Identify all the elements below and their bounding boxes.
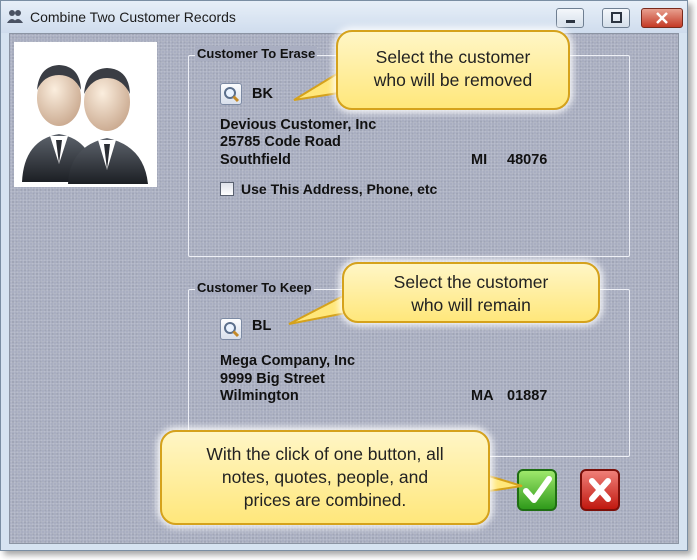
combine-callout-line: With the click of one button, all xyxy=(206,444,444,464)
two-business-people-icon xyxy=(22,65,148,184)
maximize-button[interactable] xyxy=(602,8,630,28)
people-icon xyxy=(7,10,23,23)
use-address-checkbox[interactable] xyxy=(220,182,234,196)
erase-group-legend: Customer To Erase xyxy=(195,46,318,61)
keep-customer-street: 9999 Big Street xyxy=(220,371,325,387)
magnifier-icon xyxy=(224,87,240,103)
maximize-icon xyxy=(611,12,622,23)
close-button[interactable] xyxy=(641,8,683,28)
minimize-icon xyxy=(566,20,575,23)
keep-customer-state: MA xyxy=(471,388,494,404)
erase-customer-code: BK xyxy=(252,86,273,102)
combine-callout-line: prices are combined. xyxy=(243,490,407,510)
use-address-label[interactable]: Use This Address, Phone, etc xyxy=(241,181,437,197)
keep-lookup-button[interactable] xyxy=(220,318,242,340)
close-icon xyxy=(656,12,668,24)
x-icon xyxy=(589,478,611,502)
combine-callout-line: notes, quotes, people, and xyxy=(221,467,429,487)
keep-customer-name: Mega Company, Inc xyxy=(220,353,356,369)
title-bar[interactable]: Combine Two Customer Records xyxy=(1,1,687,33)
erase-lookup-button[interactable] xyxy=(220,83,242,105)
erase-customer-state: MI xyxy=(471,152,488,168)
keep-callout-line: Select the customer xyxy=(393,272,549,292)
window-title: Combine Two Customer Records xyxy=(30,9,236,25)
magnifier-icon xyxy=(224,322,240,338)
keep-callout-line: who will remain xyxy=(411,295,531,315)
keep-customer-city: Wilmington xyxy=(220,388,299,404)
erase-callout: Select the customer who will be removed xyxy=(336,30,570,110)
keep-callout: Select the customer who will remain xyxy=(342,262,600,323)
erase-customer-street: 25785 Code Road xyxy=(220,134,341,150)
combine-callout: With the click of one button, all notes,… xyxy=(160,430,490,525)
customers-photo xyxy=(14,42,157,187)
keep-customer-zip: 01887 xyxy=(507,388,548,404)
erase-callout-line: Select the customer xyxy=(375,47,531,67)
minimize-button[interactable] xyxy=(556,8,584,28)
erase-customer-city: Southfield xyxy=(220,152,291,168)
erase-customer-name: Devious Customer, Inc xyxy=(220,117,377,133)
erase-callout-line: who will be removed xyxy=(373,70,533,90)
keep-customer-code: BL xyxy=(252,318,272,334)
cancel-button[interactable] xyxy=(580,469,620,511)
erase-customer-zip: 48076 xyxy=(507,152,548,168)
